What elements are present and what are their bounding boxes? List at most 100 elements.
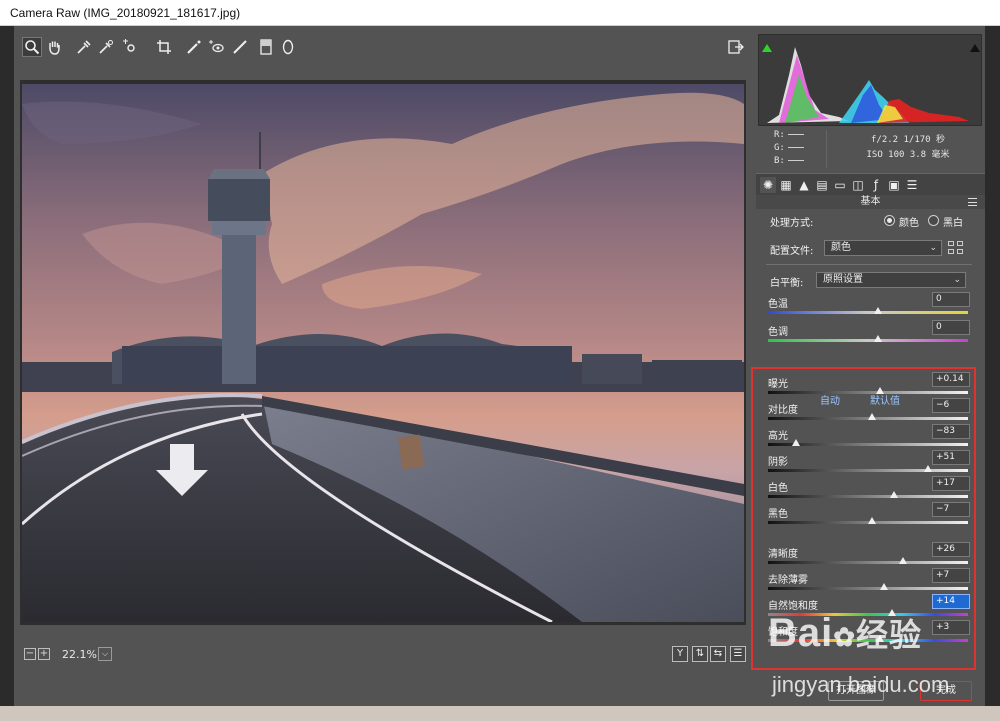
clarity-slider-thumb[interactable] bbox=[899, 557, 907, 564]
vibrance-value-input[interactable]: +14 bbox=[932, 594, 970, 609]
clarity-slider-row: 清晰度 +26 bbox=[768, 542, 980, 568]
profile-browser-grid-icon[interactable] bbox=[948, 241, 964, 255]
tab-lens[interactable]: ◫ bbox=[850, 177, 866, 193]
shadow-clip-triangle-icon bbox=[762, 44, 772, 52]
tab-basic[interactable]: ✺ bbox=[760, 177, 776, 193]
clarity-value-input[interactable]: +26 bbox=[932, 542, 970, 557]
highlight-clipping-warning-button[interactable] bbox=[970, 37, 980, 52]
saturation-slider-track[interactable] bbox=[768, 639, 968, 642]
white-balance-label: 白平衡: bbox=[770, 278, 804, 289]
shadow-clipping-warning-button[interactable] bbox=[762, 37, 772, 52]
shadows-slider-track[interactable] bbox=[768, 469, 968, 472]
export-button[interactable] bbox=[726, 37, 746, 57]
dehaze-slider-row: 去除薄雾 +7 bbox=[768, 568, 980, 594]
blacks-slider-thumb[interactable] bbox=[868, 517, 876, 524]
before-after-toggle-button[interactable]: Y bbox=[672, 646, 688, 662]
blacks-value-input[interactable]: −7 bbox=[932, 502, 970, 517]
temperature-slider-track[interactable] bbox=[768, 311, 968, 314]
rgb-r-readout: R: bbox=[774, 130, 834, 140]
tab-calibration[interactable]: ▣ bbox=[886, 177, 902, 193]
treatment-bw-radio[interactable] bbox=[928, 215, 939, 226]
shadows-label: 阴影 bbox=[768, 457, 788, 468]
spot-removal-icon bbox=[187, 40, 201, 54]
image-preview[interactable] bbox=[22, 84, 744, 622]
zoom-in-button[interactable]: + bbox=[38, 648, 50, 660]
white-balance-dropdown[interactable]: 原照设置 ⌄ bbox=[816, 272, 966, 288]
exposure-value-input[interactable]: +0.14 bbox=[932, 372, 970, 387]
basic-section-title: 基本 bbox=[860, 196, 881, 207]
color-sampler-icon bbox=[99, 40, 113, 54]
crop-icon bbox=[157, 40, 171, 54]
camera-info: R: G: B: f/2.2 1/170 秒 ISO 100 3.8 毫米 bbox=[758, 126, 982, 172]
graduated-filter-tool[interactable] bbox=[256, 37, 276, 57]
tab-hsl[interactable]: ▤ bbox=[814, 177, 830, 193]
exposure-slider-track[interactable] bbox=[768, 391, 968, 394]
spot-removal-tool[interactable] bbox=[184, 37, 204, 57]
auto-link[interactable]: 自动 bbox=[820, 392, 840, 407]
tint-slider-track[interactable] bbox=[768, 339, 968, 342]
dehaze-slider-thumb[interactable] bbox=[880, 583, 888, 590]
zoom-dropdown[interactable]: ⌵ bbox=[98, 647, 112, 661]
treatment-bw-label: 黑白 bbox=[943, 218, 963, 229]
dehaze-value-input[interactable]: +7 bbox=[932, 568, 970, 583]
vibrance-slider-thumb[interactable] bbox=[888, 609, 896, 616]
default-link[interactable]: 默认值 bbox=[870, 392, 900, 407]
red-eye-tool[interactable] bbox=[206, 37, 226, 57]
tab-effects[interactable]: ƒ bbox=[868, 177, 884, 193]
highlights-slider-thumb[interactable] bbox=[792, 439, 800, 446]
dehaze-slider-track[interactable] bbox=[768, 587, 968, 590]
status-bar: − + 22.1% ⌵ Y ⇅ ⇆ ☰ bbox=[20, 644, 746, 666]
window-title: Camera Raw (IMG_20180921_181617.jpg) bbox=[10, 6, 241, 20]
tab-split-toning[interactable]: ▭ bbox=[832, 177, 848, 193]
tab-tone-curve[interactable]: ▦ bbox=[778, 177, 794, 193]
crop-tool[interactable] bbox=[154, 37, 174, 57]
vibrance-slider-track[interactable] bbox=[768, 613, 968, 616]
preview-preferences-button[interactable]: ☰ bbox=[730, 646, 746, 662]
graduated-filter-icon bbox=[260, 39, 272, 55]
contrast-slider-thumb[interactable] bbox=[868, 413, 876, 420]
open-image-button[interactable]: 打开图像 bbox=[828, 681, 884, 701]
radial-filter-icon bbox=[282, 39, 294, 55]
tint-value-input[interactable]: 0 bbox=[932, 320, 970, 335]
white-balance-tool[interactable] bbox=[74, 37, 94, 57]
copy-settings-button[interactable]: ⇆ bbox=[710, 646, 726, 662]
shadows-value-input[interactable]: +51 bbox=[932, 450, 970, 465]
tint-slider-thumb[interactable] bbox=[874, 335, 882, 342]
zoom-tool[interactable] bbox=[22, 37, 42, 57]
hsl-icon: ▤ bbox=[816, 178, 828, 192]
red-eye-icon bbox=[209, 40, 224, 53]
temperature-slider-thumb[interactable] bbox=[874, 307, 882, 314]
temperature-value-input[interactable]: 0 bbox=[932, 292, 970, 307]
highlight-clip-triangle-icon bbox=[970, 44, 980, 52]
saturation-value-input[interactable]: +3 bbox=[932, 620, 970, 635]
tab-detail[interactable]: ▲ bbox=[796, 177, 812, 193]
profile-dropdown[interactable]: 颜色 ⌄ bbox=[824, 240, 942, 256]
tab-presets[interactable]: ☰ bbox=[904, 177, 920, 193]
adjustment-brush-tool[interactable] bbox=[230, 37, 250, 57]
targeted-adjust-tool[interactable] bbox=[120, 37, 140, 57]
whites-slider-track[interactable] bbox=[768, 495, 968, 498]
vibrance-slider-row: 自然饱和度 +14 bbox=[768, 594, 980, 620]
exposure-label: 曝光 bbox=[768, 379, 788, 390]
zoom-out-button[interactable]: − bbox=[24, 648, 36, 660]
hand-tool[interactable] bbox=[44, 37, 64, 57]
highlights-value-input[interactable]: −83 bbox=[932, 424, 970, 439]
desktop-bottom-edge bbox=[0, 706, 1000, 721]
white-balance-icon bbox=[77, 40, 91, 54]
shadows-slider-thumb[interactable] bbox=[924, 465, 932, 472]
radial-filter-tool[interactable] bbox=[278, 37, 298, 57]
treatment-color-radio[interactable] bbox=[884, 215, 895, 226]
histogram-graph bbox=[767, 47, 969, 123]
done-button[interactable]: 完成 bbox=[920, 681, 972, 701]
swap-settings-button[interactable]: ⇅ bbox=[692, 646, 708, 662]
shadows-slider-row: 阴影 +51 bbox=[768, 450, 980, 476]
saturation-slider-thumb[interactable] bbox=[876, 635, 884, 642]
iso-focal-length: ISO 100 3.8 毫米 bbox=[866, 150, 950, 160]
contrast-value-input[interactable]: −6 bbox=[932, 398, 970, 413]
whites-value-input[interactable]: +17 bbox=[932, 476, 970, 491]
whites-slider-thumb[interactable] bbox=[890, 491, 898, 498]
clarity-slider-track[interactable] bbox=[768, 561, 968, 564]
treatment-color-label: 颜色 bbox=[899, 218, 919, 229]
color-sampler-tool[interactable] bbox=[96, 37, 116, 57]
panel-menu-icon[interactable] bbox=[968, 198, 977, 206]
